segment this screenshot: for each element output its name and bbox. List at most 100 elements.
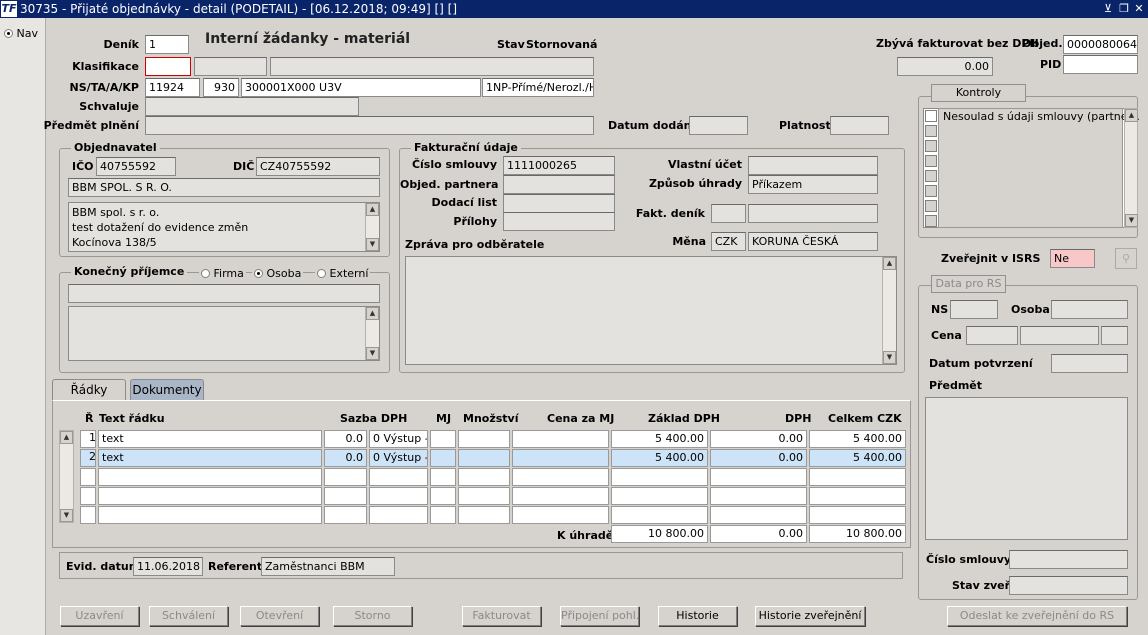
total-dph: 0.00 xyxy=(710,525,807,543)
table-row-2-mj[interactable] xyxy=(430,449,456,467)
odeslat-rs-button[interactable]: Odeslat ke zveřejnění do RS xyxy=(947,606,1127,626)
table-row-empty-cell[interactable] xyxy=(512,468,609,486)
tab-dokumenty[interactable]: Dokumenty xyxy=(130,379,204,401)
table-row-empty-cell[interactable] xyxy=(809,468,906,486)
table-row-2-mnozstvi[interactable] xyxy=(458,449,510,467)
pripojeni-pohl-button[interactable]: Připojení pohl. xyxy=(560,606,639,626)
kontroly-button[interactable]: Kontroly xyxy=(931,84,1026,102)
table-row-empty-cell[interactable] xyxy=(98,487,322,505)
restore-icon[interactable]: ❐ xyxy=(1117,2,1131,16)
table-row-empty-cell[interactable] xyxy=(430,506,456,524)
table-row-empty-cell[interactable] xyxy=(611,468,708,486)
tab-radky[interactable]: Řádky xyxy=(52,379,126,401)
ta-field[interactable]: 930 xyxy=(203,78,239,97)
table-row-empty-cell[interactable] xyxy=(458,487,510,505)
historie-button[interactable]: Historie xyxy=(658,606,737,626)
table-row-empty-cell[interactable] xyxy=(324,506,367,524)
table-row-1-mnozstvi[interactable] xyxy=(458,430,510,448)
uzavreni-button[interactable]: Uzavření xyxy=(60,606,139,626)
prijemce-firma-option[interactable]: Firma xyxy=(199,267,246,280)
table-scrollbar[interactable]: ▲ ▼ xyxy=(59,430,74,523)
table-row-2-sazba[interactable]: 0.0 xyxy=(324,449,367,467)
rs-ns-label: NS xyxy=(931,303,949,316)
table-row-1-vystup[interactable]: 0 Výstup - xyxy=(369,430,428,448)
scroll-up-icon[interactable]: ▲ xyxy=(1125,109,1138,122)
table-row-2-text[interactable]: text xyxy=(98,449,322,467)
minimize-icon[interactable]: ⊻ xyxy=(1101,2,1115,16)
ns-field[interactable]: 11924 xyxy=(145,78,200,97)
scroll-down-icon[interactable]: ▼ xyxy=(366,347,379,360)
schvaleni-button[interactable]: Schválení xyxy=(149,606,228,626)
table-row-1-mj[interactable] xyxy=(430,430,456,448)
prilohy-label: Přílohy xyxy=(453,215,497,228)
prijemce-osoba-option[interactable]: Osoba xyxy=(252,267,304,280)
kontroly-checkbox-1[interactable] xyxy=(925,110,937,122)
nav-radio[interactable]: Nav xyxy=(4,27,38,40)
table-row-1-dph[interactable]: 0.00 xyxy=(710,430,807,448)
isrs-action-icon[interactable]: ⚲ xyxy=(1115,248,1137,269)
scroll-up-icon[interactable]: ▲ xyxy=(883,257,896,270)
data-pro-rs-button[interactable]: Data pro RS xyxy=(931,275,1006,293)
table-row-empty-cell[interactable] xyxy=(809,487,906,505)
table-row-empty-cell[interactable] xyxy=(369,487,428,505)
table-row-empty-cell[interactable] xyxy=(430,487,456,505)
table-row-empty-cell[interactable] xyxy=(611,487,708,505)
table-row-1-zaklad[interactable]: 5 400.00 xyxy=(611,430,708,448)
kp-field[interactable]: 1NP-Přímé/Nerozl./HČ- xyxy=(482,78,594,97)
table-row-empty-cell[interactable] xyxy=(458,468,510,486)
table-row-1-cena[interactable] xyxy=(512,430,609,448)
scroll-down-icon[interactable]: ▼ xyxy=(883,351,896,364)
historie-zverejneni-button[interactable]: Historie zveřejnění xyxy=(755,606,865,626)
address-scrollbar[interactable]: ▲ ▼ xyxy=(365,203,379,251)
isrs-field[interactable]: Ne xyxy=(1050,249,1095,268)
table-row-empty-cell[interactable] xyxy=(710,468,807,486)
table-row-empty-cell[interactable] xyxy=(80,468,96,486)
table-row-empty-cell[interactable] xyxy=(611,506,708,524)
prijemce-scrollbar[interactable]: ▲ ▼ xyxy=(365,307,379,360)
table-row-empty-cell[interactable] xyxy=(80,506,96,524)
table-row-empty-cell[interactable] xyxy=(710,487,807,505)
close-icon[interactable]: ✕ xyxy=(1132,2,1146,16)
otevreni-button[interactable]: Otevření xyxy=(240,606,319,626)
rs-osoba-field xyxy=(1051,300,1128,319)
a-field[interactable]: 300001X000 U3V xyxy=(241,78,481,97)
table-row-empty-cell[interactable] xyxy=(98,468,322,486)
table-row-empty-cell[interactable] xyxy=(512,506,609,524)
table-row-empty-cell[interactable] xyxy=(369,506,428,524)
table-row-1-sazba[interactable]: 0.0 xyxy=(324,430,367,448)
fakt-denik-label: Fakt. deník xyxy=(635,207,705,220)
table-row-empty-cell[interactable] xyxy=(809,506,906,524)
fakturovat-button[interactable]: Fakturovat xyxy=(462,606,541,626)
table-row-empty-cell[interactable] xyxy=(80,487,96,505)
table-row-empty-cell[interactable] xyxy=(458,506,510,524)
zprava-scrollbar[interactable]: ▲ ▼ xyxy=(882,257,896,364)
table-row-2-celkem[interactable]: 5 400.00 xyxy=(809,449,906,467)
klasifikace-field-1[interactable] xyxy=(145,57,191,76)
table-row-empty-cell[interactable] xyxy=(512,487,609,505)
scroll-down-icon[interactable]: ▼ xyxy=(60,509,73,522)
table-row-2-cena[interactable] xyxy=(512,449,609,467)
scroll-up-icon[interactable]: ▲ xyxy=(366,307,379,320)
objed-field[interactable]: 0000080064 xyxy=(1063,35,1138,54)
table-row-1-text[interactable]: text xyxy=(98,430,322,448)
table-row-2-zaklad[interactable]: 5 400.00 xyxy=(611,449,708,467)
table-row-empty-cell[interactable] xyxy=(324,487,367,505)
storno-button[interactable]: Storno xyxy=(333,606,412,626)
scroll-down-icon[interactable]: ▼ xyxy=(366,238,379,251)
table-row-2-vystup[interactable]: 0 Výstup - xyxy=(369,449,428,467)
pid-field[interactable] xyxy=(1063,55,1138,74)
table-row-empty-cell[interactable] xyxy=(98,506,322,524)
scroll-down-icon[interactable]: ▼ xyxy=(1125,214,1138,227)
table-row-1-celkem[interactable]: 5 400.00 xyxy=(809,430,906,448)
table-row-empty-cell[interactable] xyxy=(324,468,367,486)
address-line-3: Kocínova 138/5 xyxy=(72,236,157,249)
denik-field[interactable]: 1 xyxy=(145,35,189,54)
scroll-up-icon[interactable]: ▲ xyxy=(60,431,73,444)
table-row-2-dph[interactable]: 0.00 xyxy=(710,449,807,467)
table-row-empty-cell[interactable] xyxy=(710,506,807,524)
prijemce-externi-option[interactable]: Externí xyxy=(315,267,371,280)
scroll-up-icon[interactable]: ▲ xyxy=(366,203,379,216)
table-row-empty-cell[interactable] xyxy=(430,468,456,486)
table-row-empty-cell[interactable] xyxy=(369,468,428,486)
kontroly-scrollbar[interactable]: ▲ ▼ xyxy=(1124,108,1138,228)
